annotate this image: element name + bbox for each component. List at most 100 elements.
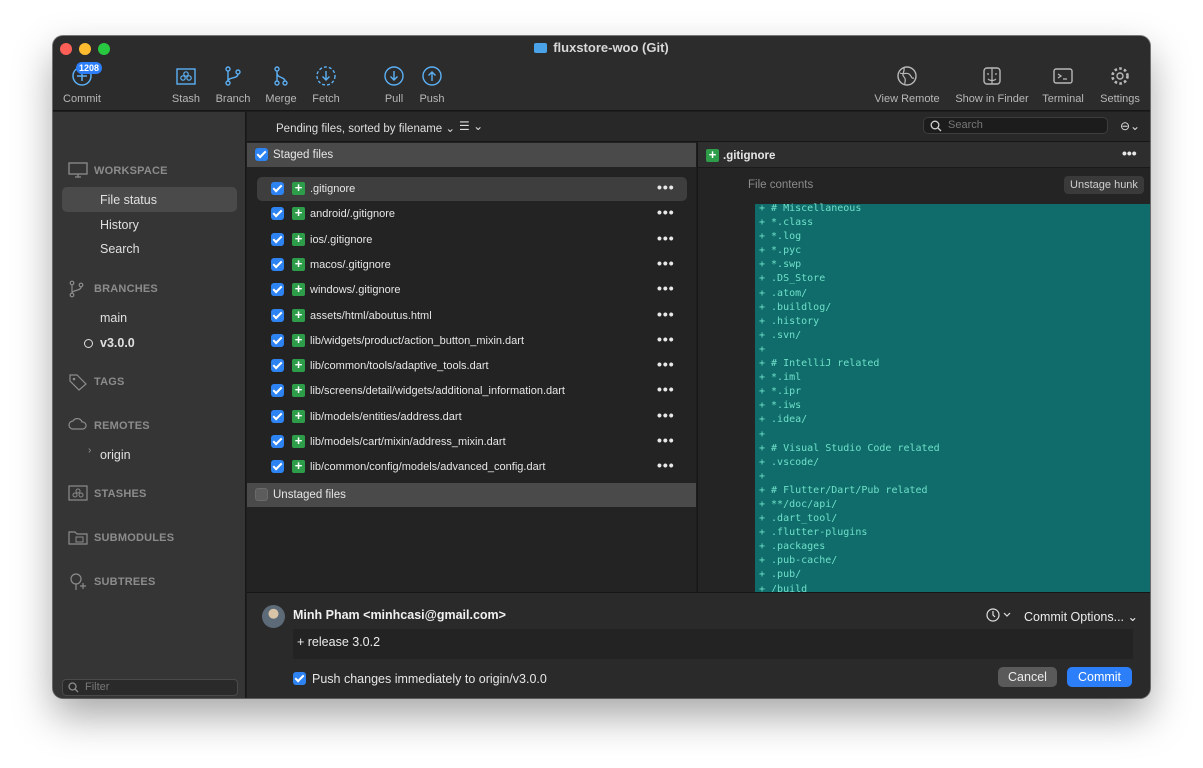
file-row[interactable]: + macos/.gitignore ••• — [257, 253, 687, 277]
file-more-button[interactable]: ••• — [657, 432, 675, 448]
diff-line: + /build — [759, 583, 808, 592]
file-more-button[interactable]: ••• — [657, 230, 675, 246]
file-stage-checkbox[interactable] — [271, 257, 284, 271]
finder-icon — [983, 67, 1001, 85]
file-name: lib/screens/detail/widgets/additional_in… — [310, 385, 565, 398]
sidebar-item-branch-v3[interactable]: v3.0.0 — [100, 336, 135, 350]
file-name: lib/common/tools/adaptive_tools.dart — [310, 360, 489, 373]
fetch-button[interactable]: Fetch — [310, 64, 342, 105]
sidebar-filter-input[interactable]: Filter — [62, 679, 238, 696]
push-icon — [422, 66, 442, 86]
file-stage-checkbox[interactable] — [271, 182, 284, 195]
added-icon: + — [706, 148, 719, 162]
more-options-icon[interactable]: ⊖⌄ — [1120, 119, 1140, 133]
file-row[interactable]: + windows/.gitignore ••• — [257, 278, 687, 302]
file-more-button[interactable]: ••• — [657, 306, 675, 322]
commit-author: Minh Pham <minhcasi@gmail.com> — [293, 608, 506, 622]
sidebar-item-branch-main[interactable]: main — [100, 311, 127, 325]
folder-stack-icon — [68, 531, 88, 545]
file-row[interactable]: + lib/common/tools/adaptive_tools.dart ••• — [257, 354, 687, 378]
branch-button[interactable]: Branch — [213, 64, 253, 105]
push-immediately-checkbox[interactable] — [293, 672, 306, 685]
commit-options-dropdown[interactable]: Commit Options... ⌄ — [1024, 609, 1138, 624]
file-row[interactable]: + lib/models/cart/mixin/address_mixin.dar… — [257, 430, 687, 454]
merge-icon — [274, 66, 288, 86]
file-more-button[interactable]: ••• — [657, 255, 675, 271]
search-icon — [930, 120, 942, 132]
diff-line: + .buildlog/ — [759, 301, 832, 313]
commit-submit-button[interactable]: Commit — [1067, 667, 1132, 687]
show-in-finder-button[interactable]: Show in Finder — [954, 64, 1030, 105]
settings-button[interactable]: Settings — [1098, 64, 1142, 105]
file-more-button[interactable]: ••• — [657, 179, 675, 195]
sidebar-item-search[interactable]: Search — [100, 242, 140, 256]
cloud-icon — [68, 418, 87, 430]
file-row[interactable]: + lib/widgets/product/action_button_mixin… — [257, 329, 687, 353]
diff-line: + # Flutter/Dart/Pub related — [759, 484, 928, 496]
file-stage-checkbox[interactable] — [271, 384, 284, 398]
sidebar-item-remote-origin[interactable]: origin — [100, 448, 131, 462]
staged-files-header[interactable]: Staged files — [247, 143, 696, 167]
file-more-button[interactable]: ••• — [657, 381, 675, 397]
unstaged-all-checkbox[interactable] — [255, 488, 268, 501]
file-more-button[interactable]: ••• — [657, 331, 675, 347]
file-row[interactable]: + .gitignore ••• — [257, 177, 687, 201]
diff-more-button[interactable]: ••• — [1122, 145, 1137, 161]
clock-icon[interactable] — [985, 607, 1013, 623]
sidebar-item-file-status[interactable]: File status — [100, 193, 157, 207]
file-more-button[interactable]: ••• — [657, 356, 675, 372]
pull-button[interactable]: Pull — [381, 64, 407, 105]
file-stage-checkbox[interactable] — [271, 409, 284, 423]
view-remote-button[interactable]: View Remote — [874, 64, 940, 105]
file-stage-checkbox[interactable] — [271, 207, 284, 221]
file-row[interactable]: + lib/screens/detail/widgets/additional_i… — [257, 379, 687, 403]
file-stage-checkbox[interactable] — [271, 359, 284, 373]
file-name: android/.gitignore — [310, 208, 396, 221]
stash-icon — [68, 485, 88, 501]
unstage-hunk-button[interactable]: Unstage hunk — [1064, 176, 1144, 194]
diff-line: + .idea/ — [759, 414, 808, 426]
sidebar-item-history[interactable]: History — [100, 218, 139, 232]
file-row[interactable]: + lib/common/config/models/advanced_confi… — [257, 455, 687, 479]
cancel-button[interactable]: Cancel — [998, 667, 1057, 687]
staged-all-checkbox[interactable] — [255, 148, 268, 161]
search-input[interactable]: Search — [923, 117, 1108, 134]
stash-button[interactable]: Stash — [169, 64, 203, 105]
list-view-options-icon[interactable]: ☰ ⌄ — [459, 119, 483, 133]
unstaged-files-header[interactable]: Unstaged files — [247, 483, 696, 507]
file-row[interactable]: + ios/.gitignore ••• — [257, 228, 687, 252]
file-name: lib/widgets/product/action_button_mixin.… — [310, 334, 525, 347]
diff-line: + *.log — [759, 231, 802, 243]
added-icon: + — [292, 333, 305, 347]
file-more-button[interactable]: ••• — [657, 407, 675, 423]
file-more-button[interactable]: ••• — [657, 280, 675, 296]
file-stage-checkbox[interactable] — [271, 460, 284, 474]
file-stage-checkbox[interactable] — [271, 232, 284, 246]
merge-button[interactable]: Merge — [262, 64, 300, 105]
diff-line: + — [759, 428, 766, 440]
diff-line: + # IntelliJ related — [759, 358, 880, 370]
commit-button[interactable]: 1208 Commit — [62, 62, 103, 105]
chevron-right-icon[interactable]: › — [88, 445, 91, 456]
file-list-header: Pending files, sorted by filename ⌄ ☰ ⌄ … — [247, 112, 1150, 142]
file-more-button[interactable]: ••• — [657, 204, 675, 220]
line-number-gutter — [698, 204, 755, 592]
fetch-icon — [316, 66, 336, 86]
file-row[interactable]: + android/.gitignore ••• — [257, 202, 687, 226]
diff-line: + .atom/ — [759, 287, 808, 299]
file-row[interactable]: + lib/models/entities/address.dart ••• — [257, 405, 687, 429]
added-icon: + — [292, 282, 305, 297]
push-button[interactable]: Push — [419, 64, 445, 105]
file-stage-checkbox[interactable] — [271, 308, 284, 322]
file-row[interactable]: + assets/html/aboutus.html ••• — [257, 304, 687, 328]
file-stage-checkbox[interactable] — [271, 435, 284, 448]
commit-message-field[interactable]: + release 3.0.2 — [293, 629, 1133, 659]
diff-line: + — [759, 343, 766, 355]
sort-dropdown[interactable]: Pending files, sorted by filename ⌄ — [276, 121, 455, 135]
chevron-down-icon: ⌄ — [445, 123, 456, 135]
file-stage-checkbox[interactable] — [271, 283, 284, 297]
file-list-panel: Pending files, sorted by filename ⌄ ☰ ⌄ … — [247, 112, 1150, 592]
file-stage-checkbox[interactable] — [271, 333, 284, 347]
terminal-button[interactable]: Terminal — [1041, 64, 1085, 105]
file-more-button[interactable]: ••• — [657, 457, 675, 473]
